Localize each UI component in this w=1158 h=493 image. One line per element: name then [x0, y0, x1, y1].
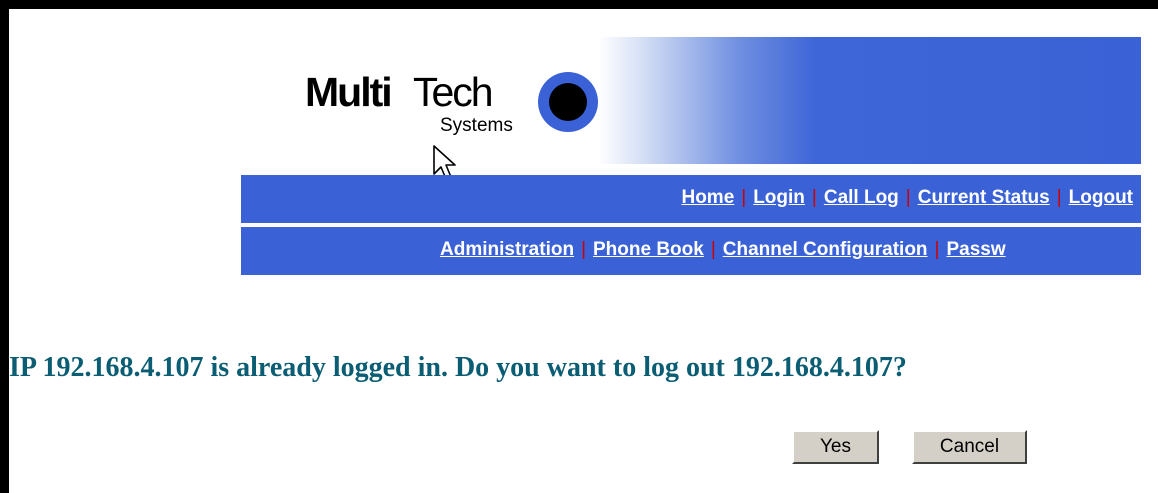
nav-link-call-log[interactable]: Call Log [824, 187, 899, 208]
multitech-logo: Multi Tech Systems [305, 64, 605, 154]
secondary-nav-bar: Administration | Phone Book | Channel Config… [241, 227, 1141, 275]
nav-link-current-status[interactable]: Current Status [918, 187, 1050, 208]
nav-separator: | [710, 239, 716, 260]
nav-link-logout[interactable]: Logout [1069, 187, 1133, 208]
logout-confirmation-message: IP 192.168.4.107 is already logged in. D… [9, 352, 907, 383]
nav-link-phone-book[interactable]: Phone Book [593, 239, 704, 260]
nav-separator: | [581, 239, 586, 260]
logo-text-tech: Tech [413, 69, 494, 115]
nav-link-channel-configuration[interactable]: Channel Configuration [723, 239, 928, 260]
nav-link-home[interactable]: Home [681, 187, 734, 208]
yes-button[interactable]: Yes [792, 430, 879, 464]
nav-link-login[interactable]: Login [753, 187, 805, 208]
nav-link-password[interactable]: Passw [946, 239, 1005, 260]
nav-separator: | [1056, 187, 1062, 208]
primary-nav-bar: Home | Login | Call Log | Current Status | Logou… [241, 175, 1141, 223]
logo-text-systems: Systems [440, 115, 513, 136]
nav-separator: | [741, 187, 747, 208]
logo-text-multi: Multi [305, 69, 393, 115]
nav-separator: | [934, 239, 940, 260]
window-frame-top [0, 0, 1158, 9]
header-banner [598, 37, 1141, 164]
nav-separator: | [811, 187, 817, 208]
logo-circle-icon [538, 72, 598, 132]
window-frame-left [0, 0, 9, 493]
nav-separator: | [905, 187, 911, 208]
cancel-button[interactable]: Cancel [912, 430, 1027, 464]
nav-link-administration[interactable]: Administration [440, 239, 574, 260]
